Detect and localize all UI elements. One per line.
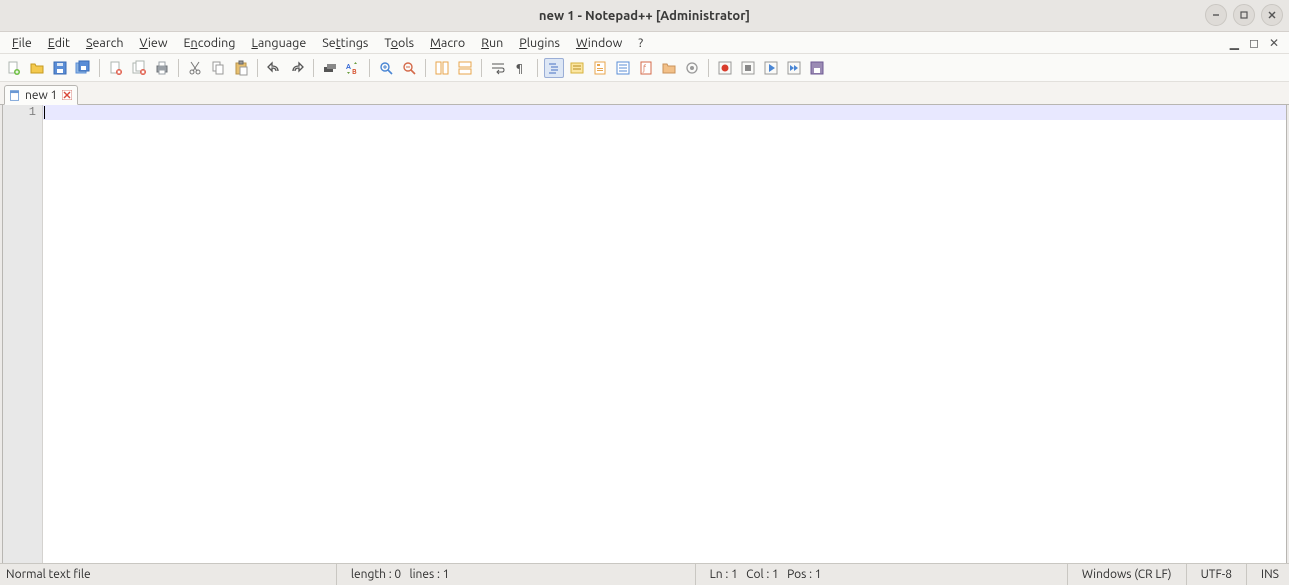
minimize-button[interactable] [1205,4,1227,26]
menu-run[interactable]: Run [473,33,511,53]
menu-edit[interactable]: Edit [40,33,78,53]
tab-label: new 1 [25,89,57,102]
line-number: 1 [3,105,36,120]
close-icon [1267,10,1277,20]
caret [44,106,45,119]
mdi-restore-icon[interactable]: ◻ [1249,36,1259,50]
doc-list-button[interactable] [613,58,633,78]
record-macro-button[interactable] [715,58,735,78]
new-file-button[interactable] [4,58,24,78]
current-line-highlight [43,105,1286,120]
status-file-type: Normal text file [6,568,105,581]
menu-settings[interactable]: Settings [314,33,376,53]
redo-button[interactable] [287,58,307,78]
mdi-close-icon[interactable]: ✕ [1269,36,1279,50]
word-wrap-button[interactable] [488,58,508,78]
close-window-button[interactable] [1261,4,1283,26]
text-area[interactable] [43,105,1286,563]
menu-encoding[interactable]: Encoding [176,33,244,53]
menu-help[interactable]: ? [630,33,651,53]
show-chars-button[interactable]: ¶ [511,58,531,78]
close-file-button[interactable] [106,58,126,78]
folder-workspace-button[interactable] [659,58,679,78]
svg-text:¶: ¶ [516,63,523,75]
cut-button[interactable] [185,58,205,78]
menu-macro[interactable]: Macro [422,33,473,53]
menu-view[interactable]: View [132,33,176,53]
zoom-in-button[interactable] [376,58,396,78]
editor: 1 [2,105,1287,563]
status-eol[interactable]: Windows (CR LF) [1068,568,1186,581]
monitoring-button[interactable] [682,58,702,78]
window-title: new 1 - Notepad++ [Administrator] [539,9,750,23]
indent-guide-button[interactable] [544,58,564,78]
maximize-icon [1239,10,1249,20]
save-macro-button[interactable] [807,58,827,78]
svg-text:A: A [346,63,351,71]
svg-text:B: B [352,68,357,76]
stop-macro-button[interactable] [738,58,758,78]
replace-button[interactable]: AB [343,58,363,78]
window-controls [1205,4,1283,26]
zoom-out-button[interactable] [399,58,419,78]
menu-tools[interactable]: Tools [376,33,422,53]
function-list-button[interactable]: ƒ [636,58,656,78]
menu-search[interactable]: Search [78,33,132,53]
status-length: length : 0 lines : 1 [337,568,464,581]
doc-map-button[interactable] [590,58,610,78]
tab-strip: new 1 [0,82,1289,105]
mdi-minimize-icon[interactable]: ▁ [1230,36,1239,50]
play-fast-button[interactable] [784,58,804,78]
find-button[interactable] [320,58,340,78]
open-file-button[interactable] [27,58,47,78]
status-bar: Normal text file length : 0 lines : 1 Ln… [0,563,1289,585]
save-all-button[interactable] [73,58,93,78]
undo-button[interactable] [264,58,284,78]
close-tab-icon [62,90,72,100]
menu-plugins[interactable]: Plugins [511,33,568,53]
status-insert-mode[interactable]: INS [1247,568,1283,581]
status-position: Ln : 1 Col : 1 Pos : 1 [696,568,836,581]
save-button[interactable] [50,58,70,78]
line-gutter: 1 [3,105,43,563]
toolbar: AB ¶ ƒ [0,54,1289,82]
sync-vertical-button[interactable] [432,58,452,78]
title-bar: new 1 - Notepad++ [Administrator] [0,0,1289,32]
close-all-button[interactable] [129,58,149,78]
tab-new-1[interactable]: new 1 [4,85,78,105]
paste-button[interactable] [231,58,251,78]
tab-close-button[interactable] [61,89,73,101]
print-button[interactable] [152,58,172,78]
user-lang-button[interactable] [567,58,587,78]
menu-bar: File Edit Search View Encoding Language … [0,32,1289,54]
menu-language[interactable]: Language [243,33,314,53]
play-macro-button[interactable] [761,58,781,78]
mdi-controls: ▁ ◻ ✕ [1230,36,1285,50]
file-icon [8,89,21,102]
minimize-icon [1211,10,1221,20]
maximize-button[interactable] [1233,4,1255,26]
status-encoding[interactable]: UTF-8 [1187,568,1246,581]
copy-button[interactable] [208,58,228,78]
sync-horizontal-button[interactable] [455,58,475,78]
menu-window[interactable]: Window [568,33,630,53]
menu-file[interactable]: File [4,33,40,53]
